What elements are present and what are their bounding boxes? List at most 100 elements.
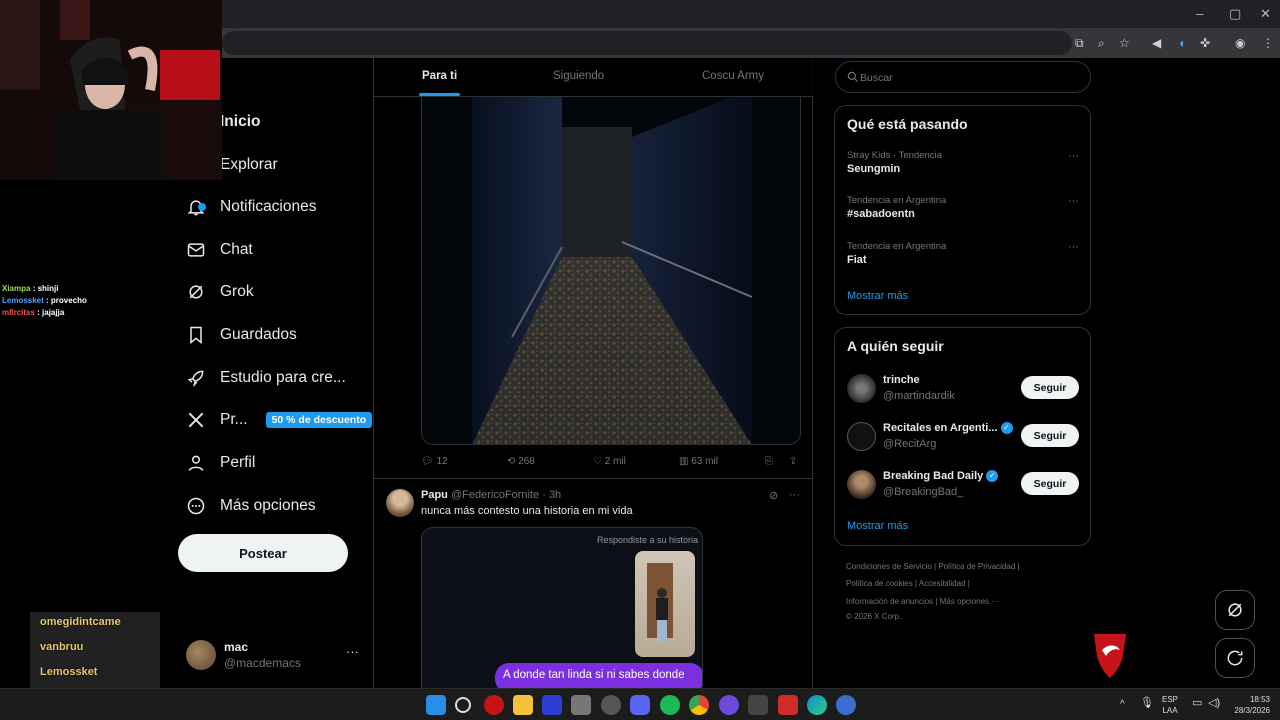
post-button[interactable]: Postear	[178, 534, 348, 572]
grok-floating-button[interactable]	[1215, 590, 1255, 630]
follow-button[interactable]: Seguir	[1021, 472, 1079, 495]
file-explorer-icon[interactable]	[513, 695, 533, 715]
follower-name: omegidintcame	[40, 616, 121, 628]
active-tab-indicator	[419, 93, 460, 96]
msi-app-icon[interactable]	[484, 695, 504, 715]
trend-item[interactable]: Tendencia en Argentina Fiat ···	[847, 241, 1079, 277]
zoom-icon[interactable]: ⌕	[1098, 34, 1105, 52]
repost-button[interactable]: ⟲ 268	[507, 456, 535, 467]
follow-suggestion[interactable]: Recitales en Argenti... ✓ @RecitArg Segui…	[847, 420, 1079, 456]
more-icon[interactable]: ···	[1068, 150, 1079, 162]
post[interactable]: Papu @FedericoFornite · 3h ⊘ ··· nunca m…	[374, 479, 813, 688]
bookmark-icon	[186, 325, 206, 345]
address-bar[interactable]	[222, 31, 1072, 55]
grok-icon	[1228, 603, 1242, 617]
nav-item-more[interactable]: Más opciones	[186, 486, 316, 526]
follow-suggestion[interactable]: Breaking Bad Daily ✓ @BreakingBad_ Seguir	[847, 468, 1079, 504]
mute-tab-icon[interactable]: ◀	[1152, 34, 1161, 52]
footer-links[interactable]: Política de cookies | Accesibilidad |	[846, 579, 970, 588]
reply-button[interactable]: 💬︎ 12	[421, 456, 448, 467]
messages-floating-button[interactable]	[1215, 638, 1255, 678]
tab-for-you[interactable]: Para ti	[422, 70, 457, 82]
rocket-icon	[186, 368, 206, 388]
extensions-puzzle-icon[interactable]: ✜	[1200, 34, 1210, 52]
more-icon[interactable]: ···	[346, 644, 359, 659]
account-handle: @macdemacs	[224, 656, 301, 670]
more-icon[interactable]: ···	[1068, 241, 1079, 253]
follow-button[interactable]: Seguir	[1021, 424, 1079, 447]
nav-item-creator-studio[interactable]: Estudio para cre...	[186, 358, 346, 398]
app-icon[interactable]	[571, 695, 591, 715]
follow-suggestion[interactable]: trinche @martindardik Seguir	[847, 372, 1079, 408]
tray-chevron-icon[interactable]: ^	[1120, 699, 1125, 710]
suggestion-name: Breaking Bad Daily ✓	[883, 470, 999, 482]
close-window-icon[interactable]: ✕	[1260, 6, 1271, 22]
search-input[interactable]: Buscar	[835, 61, 1091, 93]
nav-label: Guardados	[220, 326, 297, 343]
app-icon[interactable]	[719, 695, 739, 715]
discord-icon[interactable]	[630, 695, 650, 715]
chat-user: Xiampa	[2, 284, 31, 293]
grok-icon[interactable]: ⊘	[769, 489, 778, 502]
author-handle-time: @FedericoFornite · 3h	[450, 489, 562, 501]
chrome-icon[interactable]	[689, 695, 709, 715]
minimize-icon[interactable]: –	[1196, 6, 1203, 21]
windows-taskbar: ^ 🎙︎ ESP LAA ▭ ◁) 18:53 28/3/2026	[0, 688, 1280, 720]
trend-item[interactable]: Stray Kids · Tendencia Seungmin ···	[847, 150, 1079, 186]
microphone-icon[interactable]: 🎙︎	[1140, 698, 1154, 709]
language-indicator[interactable]: ESP LAA	[1162, 694, 1178, 716]
account-switcher[interactable]: mac @macdemacs ···	[186, 638, 361, 674]
star-icon[interactable]: ☆	[1119, 34, 1130, 52]
nav-item-grok[interactable]: Grok	[186, 272, 254, 312]
nav-item-bookmarks[interactable]: Guardados	[186, 315, 297, 355]
avatar[interactable]	[386, 489, 414, 517]
nav-item-profile[interactable]: Perfil	[186, 443, 255, 483]
app-icon[interactable]	[778, 695, 798, 715]
footer-links[interactable]: Condiciones de Servicio | Política de Pr…	[846, 562, 1020, 571]
vegas-app-icon[interactable]	[542, 695, 562, 715]
like-button[interactable]: ♡ 2 mil	[593, 456, 626, 467]
search-icon[interactable]	[455, 697, 471, 713]
trending-title: Qué está pasando	[847, 116, 968, 132]
post-author[interactable]: Papu @FedericoFornite · 3h	[421, 489, 561, 501]
volume-icon[interactable]: ◁)	[1208, 698, 1220, 709]
app-icon[interactable]	[836, 695, 856, 715]
extension-icon[interactable]: ◖	[1178, 34, 1185, 52]
spotify-icon[interactable]	[660, 695, 680, 715]
story-thumbnail	[635, 551, 695, 657]
bookmark-icon[interactable]: ⎘	[765, 456, 773, 467]
app-icon[interactable]	[748, 695, 768, 715]
nav-item-premium[interactable]: Pr... 50 % de descuento	[186, 400, 373, 440]
nav-item-notifications[interactable]: Notificaciones	[186, 187, 317, 227]
more-icon[interactable]: ···	[1068, 195, 1079, 207]
footer-links[interactable]: Información de anuncios | Más opciones ·…	[846, 597, 999, 606]
suggestion-name-text: Recitales en Argenti...	[883, 422, 998, 434]
install-app-icon[interactable]: ⧉	[1075, 34, 1084, 52]
trend-context: Tendencia en Argentina	[847, 195, 947, 206]
tab-following[interactable]: Siguiendo	[553, 70, 604, 82]
start-icon[interactable]	[426, 695, 446, 715]
show-more-link[interactable]: Mostrar más	[847, 290, 908, 302]
tab-coscu-army[interactable]: Coscu Army	[702, 70, 764, 82]
edge-icon[interactable]	[807, 695, 827, 715]
post-media-image[interactable]	[421, 97, 801, 445]
show-more-link[interactable]: Mostrar más	[847, 520, 908, 532]
profile-avatar-icon[interactable]: ◉	[1235, 34, 1245, 52]
trend-item[interactable]: Tendencia en Argentina #sabadoentn ···	[847, 195, 1079, 231]
trend-name: Seungmin	[847, 163, 901, 175]
maximize-icon[interactable]: ▢	[1229, 6, 1241, 22]
share-icon[interactable]: ⇪	[789, 456, 797, 467]
obs-icon[interactable]	[601, 695, 621, 715]
suggestion-name: Recitales en Argenti... ✓	[883, 422, 1013, 434]
more-icon[interactable]: ···	[789, 489, 800, 501]
nav-label: Más opciones	[220, 497, 316, 514]
browser-menu-icon[interactable]: ⋮	[1262, 34, 1274, 52]
network-icon[interactable]: ▭	[1192, 698, 1202, 709]
story-reply-label: Respondiste a su historia	[596, 535, 698, 545]
story-reply-card[interactable]: Respondiste a su historia A donde tan li…	[421, 527, 703, 688]
grok-icon	[186, 282, 206, 302]
clock[interactable]: 18:53 28/3/2026	[1226, 694, 1270, 716]
views-button[interactable]: ▥ 63 mil	[679, 456, 718, 467]
follow-button[interactable]: Seguir	[1021, 376, 1079, 399]
nav-item-chat[interactable]: Chat	[186, 230, 253, 270]
